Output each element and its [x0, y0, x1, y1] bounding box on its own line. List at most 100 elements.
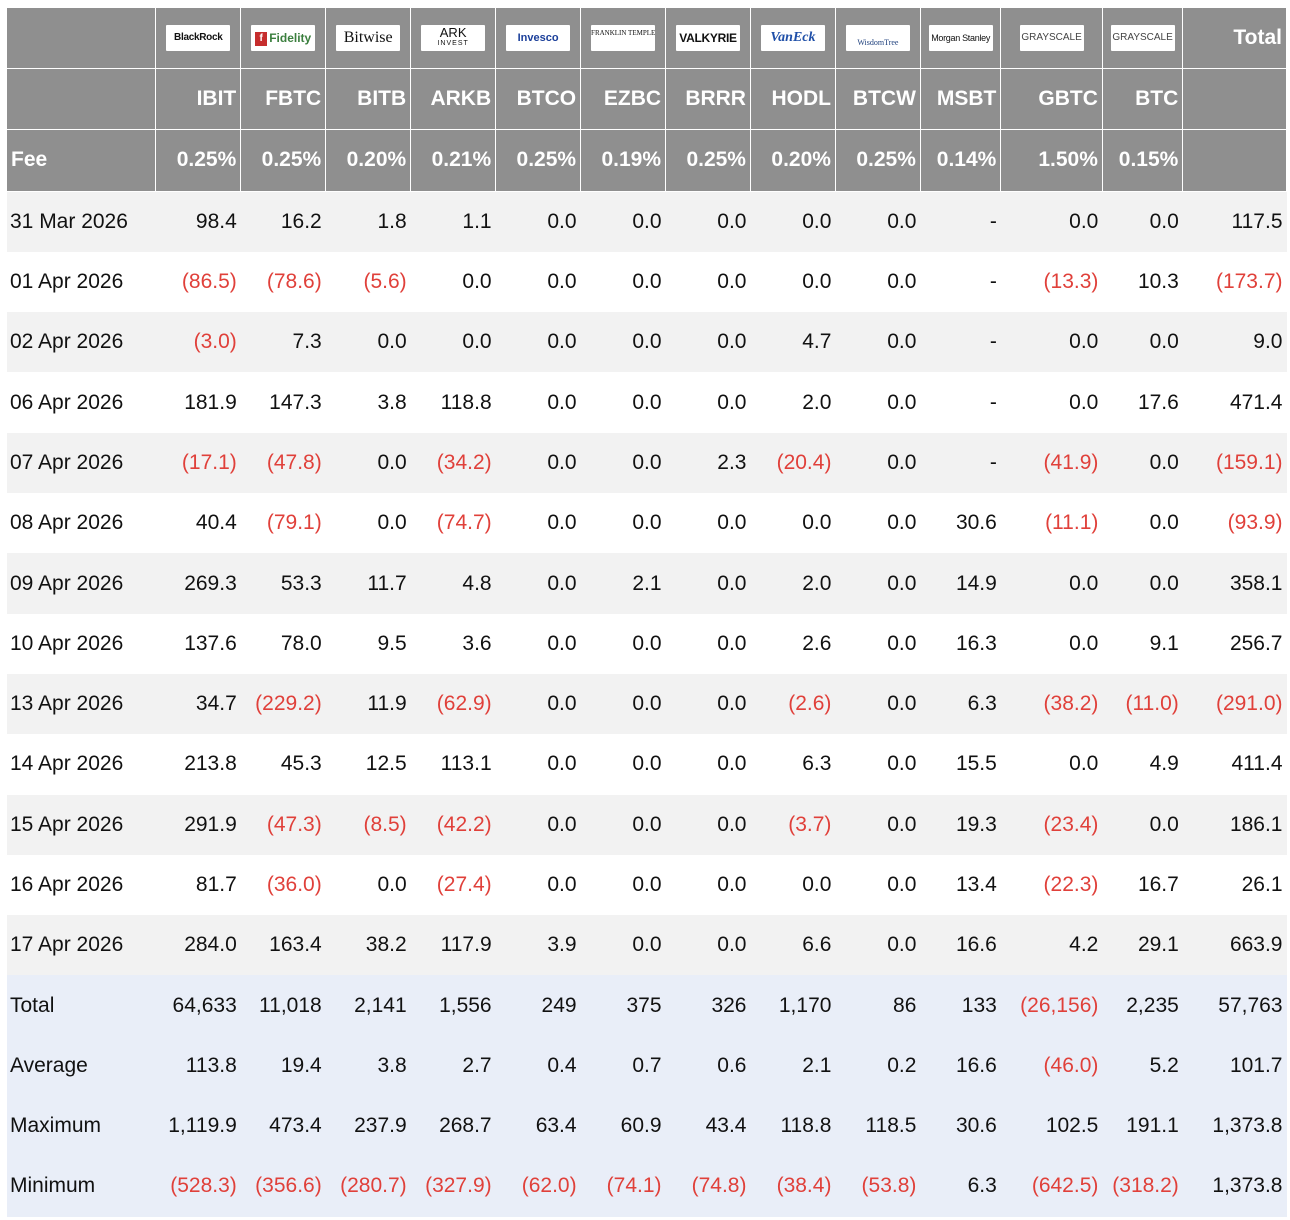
flow-value: 0.0: [665, 915, 751, 976]
flow-value: 9.1: [1102, 613, 1183, 674]
summary-value: 3.8: [325, 1035, 411, 1097]
summary-value: 473.4: [240, 1096, 326, 1157]
fund-logo-text: ARK: [439, 25, 467, 40]
flow-value: 0.0: [410, 312, 496, 373]
fund-fee: 1.50%: [1000, 129, 1103, 192]
summary-value: (38.4): [750, 1156, 836, 1217]
flow-value: 1.1: [410, 191, 496, 252]
fund-logo-text: Morgan Stanley: [931, 33, 991, 43]
fund-fee: 0.20%: [750, 129, 836, 192]
fund-logo-text: FRANKLIN TEMPLETON: [591, 29, 656, 37]
summary-value: 375: [580, 975, 666, 1036]
fund-fee: 0.25%: [155, 129, 242, 192]
flow-value: -: [920, 372, 1001, 433]
fund-logo-cell: f Fidelity: [240, 8, 327, 69]
flow-value: 0.0: [580, 613, 666, 674]
flow-value: 0.0: [1000, 553, 1103, 614]
table-row: 02 Apr 2026 (3.0) 7.3 0.0 0.0 0.0 0.0 0.0 4.7 0.0…: [7, 312, 1287, 373]
flow-value: 0.0: [495, 794, 581, 855]
fund-logo-cell: ARK INVEST: [410, 8, 497, 69]
flow-value: 34.7: [155, 673, 241, 735]
summary-row: Minimum (528.3) (356.6) (280.7) (327.9) (62.0…: [7, 1156, 1287, 1217]
flow-value: (11.0): [1102, 673, 1183, 735]
fund-fee: 0.20%: [325, 129, 412, 192]
blackrock-logo: BlackRock: [166, 25, 231, 51]
flow-value: 4.8: [410, 553, 496, 614]
flow-value: 0.0: [495, 613, 581, 674]
flow-value: 0.0: [1000, 613, 1103, 674]
summary-value: 16.6: [920, 1035, 1001, 1097]
fund-fee: 0.19%: [580, 129, 667, 192]
bitcoin-etf-flows-table: BlackRock f Fidelity Bitwise ARK INVEST Invesc…: [7, 8, 1287, 1217]
flow-value: 0.0: [410, 251, 496, 313]
flow-value: 0.0: [665, 613, 751, 674]
row-total: 26.1: [1182, 854, 1287, 916]
grayscale-logo: GRAYSCALE: [1110, 25, 1175, 51]
fee-label: Fee: [7, 129, 157, 192]
fund-fee: 0.25%: [665, 129, 751, 192]
valkyrie-logo: VALKYRIE: [676, 25, 740, 51]
flow-value: 0.0: [750, 493, 836, 554]
fee-header-row: Fee 0.25% 0.25% 0.20% 0.21% 0.25% 0.19% 0.25% 0.…: [7, 129, 1287, 192]
summary-label: Average: [7, 1035, 156, 1097]
flow-value: 0.0: [665, 553, 751, 614]
fund-logo-text: GRAYSCALE: [1021, 32, 1082, 43]
summary-total: 1,373.8: [1182, 1156, 1287, 1217]
table-row: 31 Mar 2026 98.4 16.2 1.8 1.1 0.0 0.0 0.0 0.0 0.0…: [7, 191, 1287, 252]
fund-ticker: GBTC: [1000, 68, 1103, 131]
flow-value: (47.8): [240, 432, 326, 494]
fund-ticker: MSBT: [920, 68, 1002, 131]
fund-ticker: BTCW: [835, 68, 921, 131]
row-date: 01 Apr 2026: [7, 251, 156, 313]
fund-logo-text: Fidelity: [269, 31, 312, 45]
summary-value: 326: [665, 975, 751, 1036]
summary-value: 1,170: [750, 975, 836, 1036]
fund-ticker: BRRR: [665, 68, 751, 131]
flow-value: 16.7: [1102, 854, 1183, 916]
flow-value: 0.0: [580, 734, 666, 795]
table-row: 17 Apr 2026 284.0 163.4 38.2 117.9 3.9 0.0 0.0 6…: [7, 915, 1287, 976]
flow-value: (34.2): [410, 432, 496, 494]
summary-value: 43.4: [665, 1096, 751, 1157]
flow-value: 284.0: [155, 915, 241, 976]
summary-value: 113.8: [155, 1035, 241, 1097]
flow-value: 0.0: [750, 251, 836, 313]
row-total: 186.1: [1182, 794, 1287, 855]
summary-label: Minimum: [7, 1156, 156, 1217]
flow-value: 3.8: [325, 372, 411, 433]
summary-value: 64,633: [155, 975, 241, 1036]
flow-value: 117.9: [410, 915, 496, 976]
flow-value: 0.0: [325, 312, 411, 373]
fund-logo-cell: Invesco: [495, 8, 582, 69]
flow-value: (22.3): [1000, 854, 1103, 916]
flow-value: 0.0: [835, 493, 921, 554]
flow-value: 17.6: [1102, 372, 1183, 433]
row-total: (291.0): [1182, 673, 1287, 735]
row-date: 16 Apr 2026: [7, 854, 156, 916]
flow-value: (86.5): [155, 251, 241, 313]
flow-value: -: [920, 251, 1001, 313]
flow-value: 0.0: [665, 191, 751, 252]
fund-ticker: BTC: [1102, 68, 1184, 131]
summary-value: 19.4: [240, 1035, 326, 1097]
fund-fee: 0.25%: [495, 129, 582, 192]
daily-flows-body: 31 Mar 2026 98.4 16.2 1.8 1.1 0.0 0.0 0.0 0.0 0.0…: [7, 191, 1287, 976]
summary-value: 0.4: [495, 1035, 581, 1097]
flow-value: (8.5): [325, 794, 411, 855]
flow-value: 10.3: [1102, 251, 1183, 313]
fund-fee: 0.15%: [1102, 129, 1184, 192]
flow-value: 12.5: [325, 734, 411, 795]
table-row: 07 Apr 2026 (17.1) (47.8) 0.0 (34.2) 0.0 0.0 2.…: [7, 432, 1287, 494]
flow-value: 4.7: [750, 312, 836, 373]
flow-value: 0.0: [325, 854, 411, 916]
flow-value: 29.1: [1102, 915, 1183, 976]
flow-value: 0.0: [835, 432, 921, 494]
summary-value: 63.4: [495, 1096, 581, 1157]
flow-value: 6.3: [920, 673, 1001, 735]
summary-value: (74.1): [580, 1156, 666, 1217]
table-row: 15 Apr 2026 291.9 (47.3) (8.5) (42.2) 0.0 0.0 0…: [7, 794, 1287, 855]
table-row: 08 Apr 2026 40.4 (79.1) 0.0 (74.7) 0.0 0.0 0.0 0…: [7, 493, 1287, 554]
flow-value: 0.0: [665, 794, 751, 855]
summary-row: Total 64,633 11,018 2,141 1,556 249 375 326 1,17…: [7, 975, 1287, 1036]
fund-logo-cell: FRANKLIN TEMPLETON: [580, 8, 667, 69]
